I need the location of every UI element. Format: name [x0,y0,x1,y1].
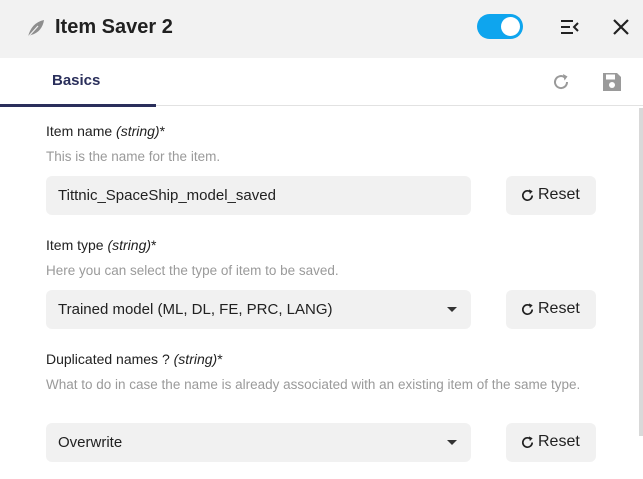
reset-item-type-button[interactable]: Reset [506,290,596,329]
reset-duplicated-names-button[interactable]: Reset [506,423,596,462]
input-value: Tittnic_SpaceShip_model_saved [58,187,276,204]
required-mark: * [151,237,157,253]
field-type: (string) [107,237,152,253]
reset-icon [521,303,534,316]
item-name-section: Item name (string)* This is the name for… [46,123,606,167]
window-header: Item Saver 2 [0,0,643,58]
required-mark: * [217,351,223,367]
save-icon[interactable] [600,70,624,94]
field-help: This is the name for the item. [46,149,221,164]
reset-label: Reset [538,186,580,203]
field-type: (string) [173,351,218,367]
reset-label: Reset [538,300,580,317]
chevron-down-icon [447,307,457,312]
item-name-input[interactable]: Tittnic_SpaceShip_model_saved [46,176,471,215]
field-label: Duplicated names ? (string)* [46,351,606,367]
select-value: Overwrite [58,434,123,451]
close-icon[interactable] [609,15,633,39]
scrollbar[interactable] [639,108,643,436]
field-type: (string) [116,123,160,139]
reset-item-name-button[interactable]: Reset [506,176,596,215]
field-help: Here you can select the type of item to … [46,263,339,278]
refresh-icon[interactable] [549,70,573,94]
duplicated-names-select[interactable]: Overwrite [46,423,471,462]
field-label: Item name (string)* [46,123,606,139]
collapse-menu-icon[interactable] [558,15,582,39]
tab-bar: Basics [0,58,643,107]
tab-basics-label: Basics [52,72,101,89]
field-label-text: Item type [46,237,108,253]
field-label: Item type (string)* [46,237,606,253]
field-help: What to do in case the name is already a… [46,377,581,392]
select-value: Trained model (ML, DL, FE, PRC, LANG) [58,301,333,318]
enable-toggle[interactable] [477,14,523,39]
toggle-knob [501,17,520,36]
required-mark: * [159,123,166,139]
duplicated-names-section: Duplicated names ? (string)* What to do … [46,351,606,395]
field-label-text: Duplicated names ? [46,351,174,367]
reset-icon [521,189,534,202]
item-type-section: Item type (string)* Here you can select … [46,237,606,281]
reset-icon [521,436,534,449]
field-label-text: Item name [46,123,117,139]
app-title: Item Saver 2 [55,16,173,38]
item-type-select[interactable]: Trained model (ML, DL, FE, PRC, LANG) [46,290,471,329]
chevron-down-icon [447,440,457,445]
feather-icon [27,20,44,38]
tab-basics[interactable]: Basics [0,58,156,107]
reset-label: Reset [538,433,580,450]
